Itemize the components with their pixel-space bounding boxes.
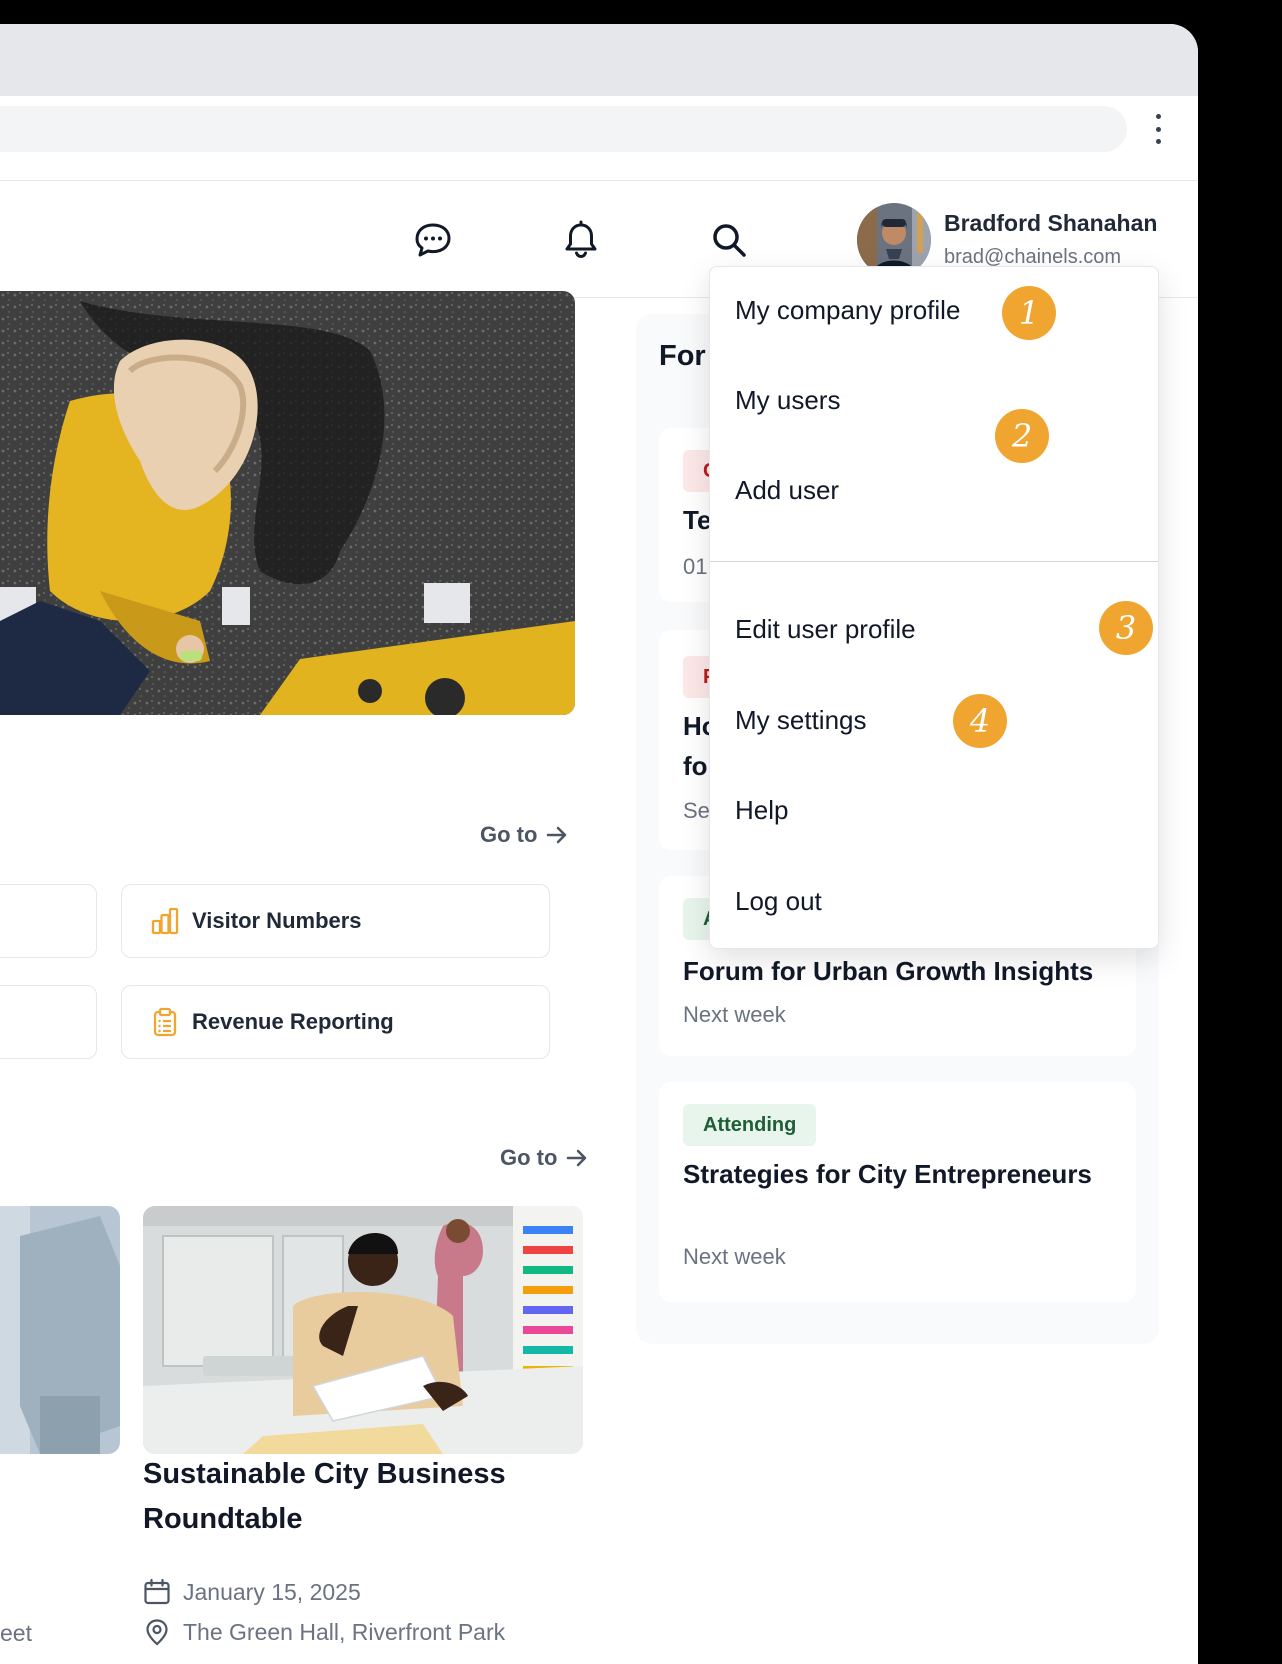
event-partial-meta: eet — [0, 1620, 32, 1647]
bar-chart-icon — [151, 907, 179, 935]
panel-card-title: Te — [683, 505, 712, 535]
event-location: The Green Hall, Riverfront Park — [143, 1618, 505, 1646]
panel-card-title-line2: fo — [683, 751, 708, 781]
menu-item-my-settings[interactable]: My settings — [735, 705, 867, 736]
event-image-partial[interactable] — [0, 1206, 120, 1454]
event-title[interactable]: Sustainable City Business Roundtable — [143, 1452, 563, 1542]
panel-card-tag: Attending — [683, 1104, 817, 1146]
quick-link-partial-2[interactable] — [0, 985, 97, 1059]
chat-icon[interactable] — [413, 220, 453, 260]
quick-link-partial-1[interactable] — [0, 884, 97, 958]
panel-card-sub: Next week — [683, 1244, 786, 1269]
event-partial-text: eet — [0, 1620, 32, 1646]
browser-menu-icon[interactable] — [1146, 114, 1170, 144]
browser-tab-strip — [0, 24, 1198, 96]
user-dropdown-menu: My company profile My users Add user Edi… — [709, 266, 1159, 949]
annotation-badge-2: 2 — [995, 409, 1049, 463]
goto-label: Go to — [500, 1145, 558, 1170]
calendar-icon — [144, 1578, 170, 1605]
panel-title: For — [659, 340, 706, 372]
hero-image — [0, 291, 575, 715]
menu-divider — [710, 561, 1158, 562]
panel-card-sub: 01 — [683, 554, 708, 579]
annotation-badge-1: 1 — [1002, 286, 1056, 340]
panel-card-title: Forum for Urban Growth Insights — [683, 956, 1094, 986]
user-name: Bradford Shanahan — [944, 210, 1158, 236]
quick-link-label: Revenue Reporting — [192, 1009, 394, 1034]
menu-item-help[interactable]: Help — [735, 795, 788, 826]
menu-item-my-users[interactable]: My users — [735, 385, 840, 416]
goto-link-events[interactable]: Go to — [500, 1145, 589, 1171]
panel-card-sub: Se — [683, 798, 710, 823]
menu-item-add-user[interactable]: Add user — [735, 475, 839, 506]
quick-link-visitor-numbers[interactable]: Visitor Numbers — [121, 884, 550, 958]
annotation-badge-4: 4 — [953, 694, 1007, 748]
clipboard-icon — [153, 1007, 177, 1037]
arrow-right-icon — [567, 1149, 587, 1167]
panel-card-sub: Next week — [683, 1002, 786, 1027]
event-date: January 15, 2025 — [143, 1578, 361, 1606]
menu-item-log-out[interactable]: Log out — [735, 886, 822, 917]
address-bar[interactable] — [0, 106, 1127, 152]
menu-item-company-profile[interactable]: My company profile — [735, 295, 960, 326]
panel-card-4[interactable]: Attending Strategies for City Entreprene… — [659, 1082, 1136, 1302]
annotation-badge-3: 3 — [1099, 601, 1153, 655]
location-pin-icon — [146, 1619, 168, 1646]
goto-link-quicklinks[interactable]: Go to — [480, 822, 569, 848]
menu-item-edit-user-profile[interactable]: Edit user profile — [735, 614, 916, 645]
quick-link-label: Visitor Numbers — [192, 908, 362, 933]
quick-link-revenue-reporting[interactable]: Revenue Reporting — [121, 985, 550, 1059]
search-icon[interactable] — [709, 220, 749, 260]
bell-icon[interactable] — [561, 220, 601, 260]
goto-label: Go to — [480, 822, 538, 847]
event-location-text: The Green Hall, Riverfront Park — [183, 1618, 506, 1645]
event-date-text: January 15, 2025 — [183, 1578, 361, 1605]
panel-card-title: Strategies for City Entrepreneurs — [683, 1159, 1092, 1189]
arrow-right-icon — [547, 826, 567, 844]
browser-toolbar — [0, 96, 1198, 181]
event-image[interactable] — [143, 1206, 583, 1454]
